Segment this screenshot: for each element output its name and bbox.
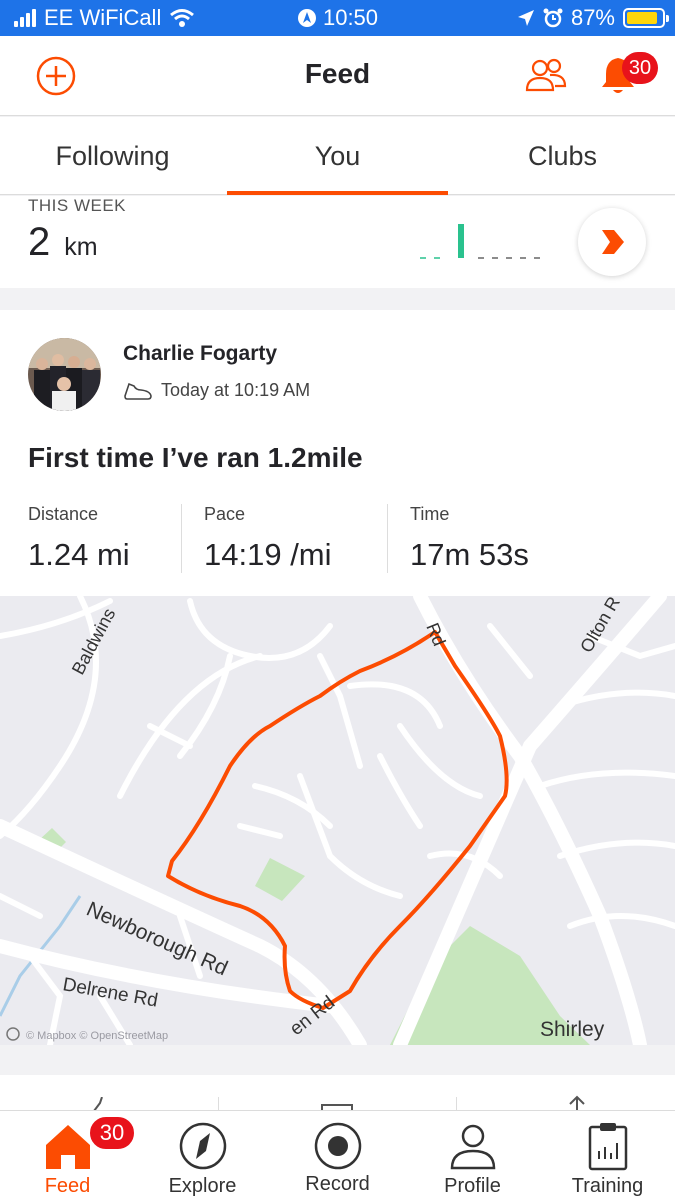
battery-percent: 87% [570,5,615,30]
app-header: Feed [0,36,675,116]
tab-following[interactable]: Following [0,117,225,194]
week-distance-value: 2 [28,220,51,264]
activity-stats: Distance 1.24 mi Pace 14:19 /mi Time 17m… [28,504,573,573]
find-friends-button[interactable] [524,56,568,96]
clipboard-chart-icon [588,1123,627,1171]
stat-value: 17m 53s [410,537,529,572]
home-icon [45,1125,90,1169]
avatar[interactable] [28,338,101,411]
stat-value: 1.24 mi [28,537,130,572]
nav-explore[interactable]: Explore [135,1111,270,1200]
page-title: Feed [304,58,371,89]
stat-distance: Distance 1.24 mi [28,504,182,573]
run-shoe-icon [124,382,152,400]
compass-icon [179,1122,226,1170]
chevron-right-icon [602,230,624,254]
stat-value: 14:19 /mi [204,537,332,572]
bottom-navigation: Feed 30 Explore Record Profile Training [0,1110,675,1200]
battery-icon [623,8,669,28]
athlete-name[interactable]: Charlie Fogarty [123,342,277,366]
nav-profile[interactable]: Profile [405,1111,540,1200]
location-services-icon [297,9,316,27]
route-map[interactable]: Baldwins Rd Olton R Newborough Rd Delren… [0,596,675,1045]
activity-timestamp: Today at 10:19 AM [161,379,311,400]
nav-feed[interactable]: Feed 30 [0,1111,136,1200]
nav-label: Explore [168,1175,237,1197]
map-label: Shirley [540,1018,605,1041]
stat-time: Time 17m 53s [410,504,551,573]
this-week-summary[interactable]: THIS WEEK 2 km [0,196,675,288]
alarm-icon [543,8,563,28]
stat-label: Distance [28,504,99,524]
nav-label: Record [305,1173,370,1195]
nav-label: Profile [444,1175,501,1197]
status-bar: EE WiFiCall 10:50 87% [0,0,675,36]
feed-tabs: Following You Clubs [0,117,675,195]
notification-badge: 30 [622,52,658,84]
map-canvas: Baldwins Rd Olton R Newborough Rd Delren… [0,596,675,1045]
nav-record[interactable]: Record [270,1111,405,1200]
nav-training[interactable]: Training [540,1111,675,1200]
stat-label: Pace [204,504,246,524]
nav-label: Feed [44,1175,91,1197]
feed-badge: 30 [88,1115,136,1151]
week-details-button[interactable] [578,208,646,276]
stat-label: Time [410,504,450,524]
location-arrow-icon [517,10,534,26]
next-activity-card [0,1075,675,1127]
stat-pace: Pace 14:19 /mi [204,504,388,573]
tab-you[interactable]: You [225,117,450,195]
profile-icon [450,1124,495,1170]
week-distance-unit: km [64,233,98,261]
activity-title[interactable]: First time I’ve ran 1.2mile [28,442,363,474]
weekly-activity-sparkline [420,224,540,259]
record-icon [314,1122,361,1170]
clock: 10:50 [322,5,379,30]
athlete-photo [28,338,101,411]
map-attribution[interactable]: © Mapbox © OpenStreetMap [26,1030,168,1042]
nav-label: Training [571,1175,644,1197]
this-week-label: THIS WEEK [28,196,127,215]
activity-card[interactable]: Charlie Fogarty Today at 10:19 AM First … [0,310,675,1045]
tab-clubs[interactable]: Clubs [450,117,675,194]
